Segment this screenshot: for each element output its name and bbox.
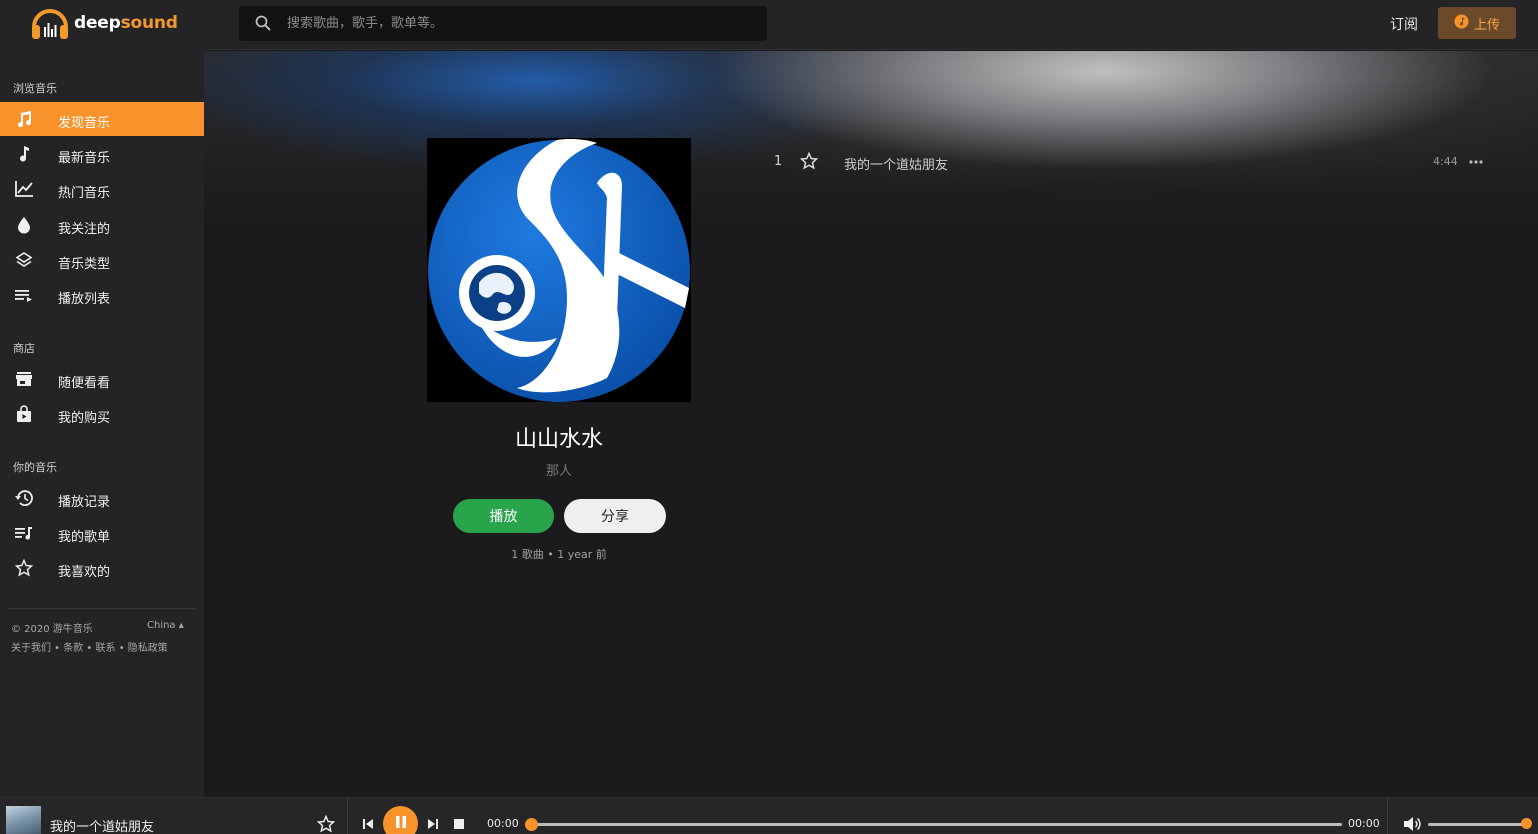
sidebar-divider — [8, 608, 196, 609]
current-time: 00:00 — [487, 817, 519, 830]
footer-copyright: © 2020 游牛音乐 — [11, 624, 93, 635]
album-artist[interactable]: 那人 — [427, 460, 691, 479]
sidebar-item-label: 我的歌单 — [58, 530, 111, 545]
now-playing-title[interactable]: 我的一个道姑朋友 — [50, 816, 154, 834]
track-number: 1 — [774, 154, 783, 169]
total-time: 00:00 — [1348, 817, 1380, 830]
search-box[interactable] — [239, 6, 767, 41]
sidebar-item-label: 播放记录 — [58, 495, 111, 510]
brand-logo[interactable]: deepsound — [30, 5, 178, 41]
volume-icon[interactable] — [1403, 815, 1421, 833]
upload-music-icon — [1454, 14, 1469, 33]
volume-slider[interactable] — [1428, 818, 1532, 829]
headphones-logo-icon — [30, 5, 70, 41]
search-icon — [255, 15, 271, 35]
sidebar-item-genres[interactable]: 音乐类型 — [0, 243, 204, 277]
sidebar-item-label: 最新音乐 — [58, 151, 111, 166]
sidebar-item-trending[interactable]: 热门音乐 — [0, 172, 204, 206]
play-button[interactable]: 播放 — [453, 499, 554, 533]
sidebar-item-label: 热门音乐 — [58, 186, 111, 201]
sidebar-item-history[interactable]: 播放记录 — [0, 481, 204, 515]
main-content: 山山水水 那人 播放 分享 1 歌曲 • 1 year 前 1 我的一个道姑朋友… — [204, 51, 1538, 797]
player-bar: 我的一个道姑朋友 00:00 00:00 — [0, 797, 1538, 834]
previous-icon[interactable] — [361, 817, 375, 831]
upload-label: 上传 — [1473, 17, 1500, 33]
sidebar-item-label: 音乐类型 — [58, 257, 111, 272]
stop-icon[interactable] — [452, 817, 466, 831]
sidebar-item-label: 我喜欢的 — [58, 565, 111, 580]
sidebar-item-label: 我关注的 — [58, 222, 111, 237]
search-input[interactable] — [287, 6, 757, 41]
favorite-star-icon[interactable] — [799, 151, 819, 174]
player-divider — [347, 798, 348, 834]
share-button[interactable]: 分享 — [564, 499, 666, 533]
album-title: 山山水水 — [514, 427, 603, 452]
volume-knob[interactable] — [1521, 818, 1532, 829]
pause-button[interactable] — [383, 806, 418, 834]
upload-button[interactable]: 上传 — [1438, 7, 1516, 39]
section-title-store: 商店 — [13, 342, 35, 355]
sidebar-item-discover[interactable]: 发现音乐 — [0, 102, 204, 136]
progress-bar[interactable] — [525, 818, 1342, 831]
music-notes-icon — [14, 110, 34, 128]
section-title-your-music: 你的音乐 — [13, 461, 57, 474]
my-playlist-icon — [14, 524, 34, 542]
sidebar-item-label: 播放列表 — [58, 292, 111, 307]
top-bar: 订阅 上传 — [204, 0, 1538, 50]
sidebar-item-following[interactable]: 我关注的 — [0, 208, 204, 242]
star-icon — [14, 559, 34, 577]
pause-icon — [395, 814, 407, 833]
progress-knob[interactable] — [525, 818, 538, 831]
sidebar-item-purchases[interactable]: 我的购买 — [0, 397, 204, 431]
store-icon — [14, 370, 34, 388]
sidebar-item-latest[interactable]: 最新音乐 — [0, 137, 204, 171]
player-divider — [1387, 798, 1388, 834]
playlist-icon — [14, 286, 34, 304]
sidebar-item-playlists[interactable]: 播放列表 — [0, 278, 204, 312]
more-options-icon[interactable] — [1468, 154, 1484, 174]
track-title[interactable]: 我的一个道姑朋友 — [844, 154, 948, 173]
star-icon[interactable] — [316, 814, 336, 834]
next-icon[interactable] — [426, 817, 440, 831]
shopping-bag-icon — [14, 405, 34, 423]
sidebar-item-label: 发现音乐 — [58, 116, 111, 131]
now-playing-thumbnail[interactable] — [6, 806, 41, 834]
sidebar: deepsound 浏览音乐 发现音乐 最新音乐 热门音乐 我关注的 音乐类型 — [0, 0, 204, 797]
track-row[interactable]: 1 我的一个道姑朋友 4:44 — [764, 146, 1494, 178]
album-cover[interactable] — [427, 138, 691, 402]
language-selector[interactable]: China ▴ — [147, 620, 184, 631]
trending-icon — [14, 180, 34, 198]
brand-name: deepsound — [74, 13, 178, 33]
sidebar-item-my-playlists[interactable]: 我的歌单 — [0, 516, 204, 550]
drop-icon — [14, 216, 34, 234]
music-note-icon — [14, 145, 34, 163]
sidebar-item-favorites[interactable]: 我喜欢的 — [0, 551, 204, 585]
album-meta: 1 歌曲 • 1 year 前 — [511, 548, 607, 561]
footer-links[interactable]: 关于我们 • 条款 • 联系 • 隐私政策 — [11, 639, 168, 654]
subscribe-link[interactable]: 订阅 — [1390, 14, 1418, 34]
track-duration: 4:44 — [1433, 155, 1458, 168]
sidebar-item-label: 随便看看 — [58, 376, 111, 391]
history-icon — [14, 489, 34, 507]
layers-icon — [14, 251, 34, 269]
sidebar-item-label: 我的购买 — [58, 411, 111, 426]
sidebar-item-browse-store[interactable]: 随便看看 — [0, 362, 204, 396]
section-title-browse: 浏览音乐 — [13, 82, 57, 95]
